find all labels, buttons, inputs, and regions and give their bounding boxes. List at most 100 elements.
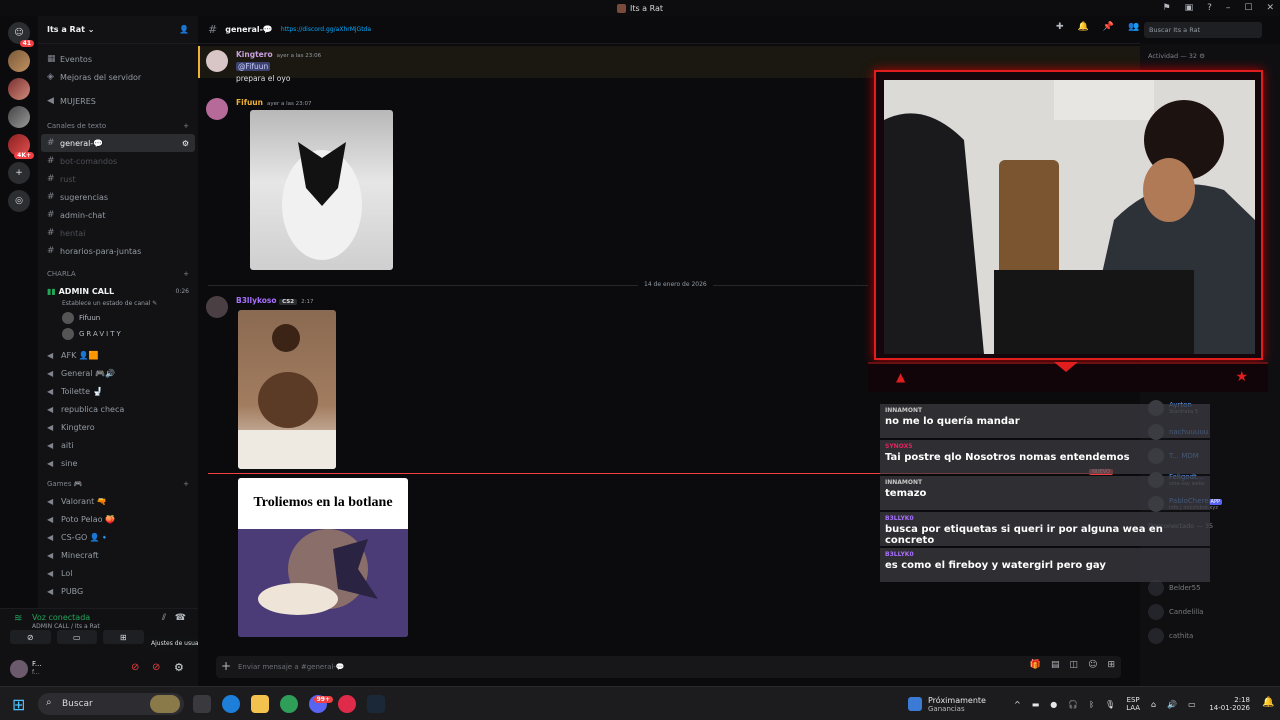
server-icon[interactable]: 4K+ xyxy=(8,134,34,159)
file-explorer-icon[interactable] xyxy=(251,695,269,713)
clan-tag[interactable]: CS2 xyxy=(279,299,298,305)
member-item-offline[interactable]: cathita xyxy=(1140,624,1280,648)
media-player-icon[interactable] xyxy=(338,695,356,713)
voice-channel[interactable]: ◀ AFK 👤🟧 xyxy=(38,346,198,364)
voice-channel[interactable]: ◀ PUBG xyxy=(38,582,198,600)
gif-icon[interactable]: ▤ xyxy=(1051,660,1060,670)
windows-start-icon[interactable]: ⊞ xyxy=(12,695,25,714)
channel-settings-icon[interactable]: ⚙ xyxy=(182,139,189,148)
voice-channel[interactable]: ◀ Toilette 🚽 xyxy=(38,382,198,400)
steam-icon[interactable] xyxy=(367,695,385,713)
inbox-flag-icon[interactable]: ⚑ xyxy=(1163,3,1171,13)
bell-icon[interactable]: 🔔 xyxy=(1078,22,1089,32)
voice-channel[interactable]: ◀ Valorant 🔫 xyxy=(38,492,198,510)
image-attachment[interactable] xyxy=(238,310,336,469)
help-icon[interactable]: ? xyxy=(1207,3,1212,13)
emoji-icon[interactable]: ☺ xyxy=(1088,660,1097,670)
voice-channel[interactable]: ◀ Minecraft xyxy=(38,546,198,564)
chevron-up-icon[interactable]: ^ xyxy=(1014,700,1021,709)
voice-channel-admin-call[interactable]: ▮▮ ADMIN CALL 0:26 xyxy=(38,282,198,300)
chrome-icon[interactable] xyxy=(280,695,298,713)
category-games[interactable]: Games 🎮 + xyxy=(38,476,198,492)
sidebar-item-channel[interactable]: # rust xyxy=(38,170,198,188)
voice-channel[interactable]: ◀ sine xyxy=(38,454,198,472)
server-icon[interactable] xyxy=(8,106,30,128)
gear-icon[interactable]: ⚙ xyxy=(174,661,184,674)
user-name[interactable]: F... xyxy=(32,660,42,668)
member-item-offline[interactable]: Candelilla xyxy=(1140,600,1280,624)
mention[interactable]: @Fifuun xyxy=(236,62,271,71)
channel-status[interactable]: Establece un estado de canal ✎ xyxy=(38,300,198,310)
tray-record-icon[interactable]: ● xyxy=(1050,700,1057,709)
voice-user[interactable]: Fifuun xyxy=(38,310,198,326)
voice-channel[interactable]: ◀ Poto Pelao 🍑 xyxy=(38,510,198,528)
category-text[interactable]: Canales de texto + xyxy=(38,118,198,134)
bluetooth-icon[interactable]: ᛒ xyxy=(1089,700,1094,709)
sidebar-item-channel[interactable]: # general-💬 ⚙ xyxy=(41,134,195,152)
screen-share-button[interactable]: ▭ xyxy=(56,630,97,644)
sticker-icon[interactable]: ◫ xyxy=(1070,660,1079,670)
message-author[interactable]: Kingtero xyxy=(236,50,273,59)
voice-channel[interactable]: ◀ General 🎮🔊 xyxy=(38,364,198,382)
apps-icon[interactable]: ⊞ xyxy=(1107,660,1115,670)
gift-icon[interactable]: 🎁 xyxy=(1030,660,1041,670)
discord-icon[interactable]: 99+ xyxy=(309,695,333,713)
maximize-icon[interactable]: ☐ xyxy=(1244,3,1252,13)
server-icon[interactable] xyxy=(8,78,30,100)
message-author[interactable]: Fifuun xyxy=(236,98,263,107)
image-attachment[interactable] xyxy=(250,110,393,270)
mic-icon[interactable]: 🎙 xyxy=(1105,700,1115,709)
add-channel-icon[interactable]: + xyxy=(183,122,189,130)
avatar[interactable] xyxy=(206,50,228,72)
disconnect-icon[interactable]: ☎ xyxy=(175,613,186,623)
taskbar-search[interactable]: ⌕ Buscar xyxy=(38,693,184,715)
threads-icon[interactable]: ✚ xyxy=(1056,22,1064,32)
add-attachment-icon[interactable]: + xyxy=(221,659,231,673)
inbox-icon[interactable]: ▣ xyxy=(1185,3,1194,13)
members-icon[interactable]: 👥 xyxy=(1128,22,1139,32)
mic-muted-icon[interactable]: ⊘ xyxy=(131,662,139,673)
voice-channel[interactable]: ◀ Kingtero xyxy=(38,418,198,436)
voice-channel-path[interactable]: ADMIN CALL / Its a Rat xyxy=(32,623,100,630)
message-author[interactable]: B3llykoso xyxy=(236,296,277,305)
voice-status[interactable]: Voz conectada xyxy=(32,613,90,622)
server-icon[interactable] xyxy=(8,50,30,72)
clock[interactable]: 2:18 14-01-2026 xyxy=(1206,687,1250,720)
avatar[interactable] xyxy=(206,98,228,120)
voice-channel[interactable]: ◀ aiti xyxy=(38,436,198,454)
close-icon[interactable]: ✕ xyxy=(1266,3,1274,13)
add-server-icon[interactable]: + xyxy=(8,162,30,184)
category-voice[interactable]: CHARLA + xyxy=(38,266,198,282)
sidebar-item-channel[interactable]: # sugerencias xyxy=(38,188,198,206)
voice-channel[interactable]: ◀ Lol xyxy=(38,564,198,582)
notification-widget[interactable]: Próximamente Ganancias xyxy=(908,687,986,720)
server-header[interactable]: Its a Rat ⌄ 👤 xyxy=(38,16,198,44)
sidebar-item-boosts[interactable]: ◈ Mejoras del servidor xyxy=(38,68,198,86)
minimize-icon[interactable]: – xyxy=(1226,3,1231,13)
discover-icon[interactable]: ◎ xyxy=(8,190,30,212)
add-channel-icon[interactable]: + xyxy=(183,270,189,278)
voice-channel[interactable]: ◀ republica checa xyxy=(38,400,198,418)
sidebar-item-channel[interactable]: # bot-comandos xyxy=(38,152,198,170)
channel-topic-link[interactable]: https://discord.gg/aXhrMjGtda xyxy=(281,26,371,33)
voice-channel[interactable]: ◀ CS-GO 👤🔹 xyxy=(38,528,198,546)
headset-icon[interactable]: 🎧 xyxy=(1068,700,1078,709)
invite-icon[interactable]: 👤 xyxy=(179,25,189,34)
sidebar-item-events[interactable]: ▦ Eventos xyxy=(38,50,198,68)
camera-button[interactable]: ⊘ xyxy=(10,630,51,644)
pin-icon[interactable]: 📌 xyxy=(1103,22,1114,32)
language-indicator[interactable]: ESP LAA xyxy=(1126,696,1140,712)
edge-icon[interactable] xyxy=(222,695,240,713)
sidebar-item-channel[interactable]: # hentai xyxy=(38,224,198,242)
notifications-bell-icon[interactable]: 🔔 xyxy=(1262,697,1274,708)
direct-messages-icon[interactable]: ☺ 41 xyxy=(8,22,34,47)
sidebar-item-mujeres[interactable]: ◀ MUJERES xyxy=(38,92,198,110)
avatar[interactable] xyxy=(206,296,228,318)
battery-icon[interactable]: ▭ xyxy=(1188,700,1196,709)
tray-app-icon[interactable]: ▬ xyxy=(1032,700,1040,709)
sidebar-item-channel[interactable]: # horarios-para-juntas xyxy=(38,242,198,260)
network-icon[interactable]: ⌂ xyxy=(1151,700,1156,709)
meme-attachment[interactable]: Troliemos en la botlane xyxy=(238,478,408,637)
volume-icon[interactable]: 🔊 xyxy=(1167,700,1177,709)
task-view-icon[interactable] xyxy=(193,695,211,713)
